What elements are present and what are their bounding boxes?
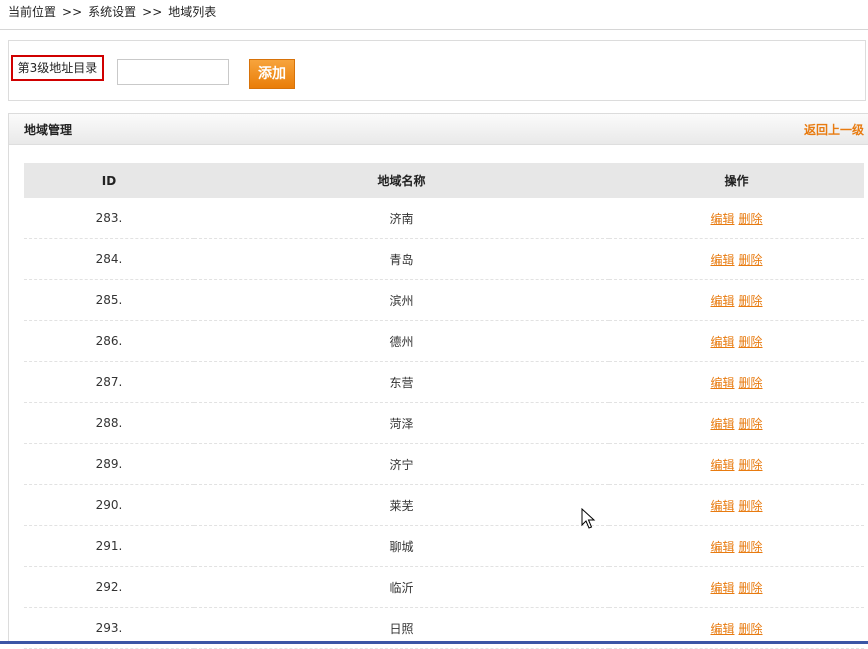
region-id-cell: 288. xyxy=(24,402,194,444)
table-row: 292. 临沂 编辑 删除 xyxy=(24,566,864,608)
breadcrumb-separator: >> xyxy=(62,5,83,19)
breadcrumb: 当前位置 >> 系统设置 >> 地域列表 xyxy=(8,4,222,24)
delete-link[interactable]: 删除 xyxy=(739,458,763,472)
add-region-form: 第3级地址目录 添加 xyxy=(8,40,866,101)
delete-link[interactable]: 删除 xyxy=(739,253,763,267)
edit-link[interactable]: 编辑 xyxy=(710,417,734,431)
table-row: 290. 莱芜 编辑 删除 xyxy=(24,484,864,526)
edit-link[interactable]: 编辑 xyxy=(710,294,734,308)
back-to-parent-link[interactable]: 返回上一级 xyxy=(804,121,864,138)
column-header-region-name: 地域名称 xyxy=(194,163,609,198)
region-table: ID 地域名称 操作 283. 济南 编辑 删除 284. 青岛 编辑 删除 285. 滨州 编辑删… xyxy=(24,163,864,649)
edit-link[interactable]: 编辑 xyxy=(710,335,734,349)
column-header-id: ID xyxy=(24,163,194,198)
actions-cell: 编辑 删除 xyxy=(609,484,864,526)
table-row: 288. 菏泽 编辑 删除 xyxy=(24,402,864,444)
header-divider xyxy=(0,29,868,30)
delete-link[interactable]: 删除 xyxy=(739,581,763,595)
panel-title: 地域管理 xyxy=(24,123,73,137)
region-id-cell: 290. xyxy=(24,484,194,526)
region-name-input[interactable] xyxy=(117,59,229,85)
table-row: 284. 青岛 编辑 删除 xyxy=(24,238,864,280)
region-name-cell: 滨州 xyxy=(194,279,609,321)
region-name-cell: 菏泽 xyxy=(194,402,609,444)
edit-link[interactable]: 编辑 xyxy=(710,212,734,226)
region-name-cell: 德州 xyxy=(194,320,609,362)
table-row: 286. 德州 编辑 删除 xyxy=(24,320,864,362)
breadcrumb-item-system-settings[interactable]: 系统设置 xyxy=(88,5,136,19)
edit-link[interactable]: 编辑 xyxy=(710,253,734,267)
breadcrumb-item-current-location: 当前位置 xyxy=(8,5,57,19)
region-id-cell: 292. xyxy=(24,566,194,608)
region-id-cell: 291. xyxy=(24,525,194,567)
region-id-cell: 287. xyxy=(24,361,194,403)
region-management-panel: 地域管理 返回上一级 ID 地域名称 操作 283. 济南 编辑 删除 284. 青岛 编辑… xyxy=(8,113,868,649)
delete-link[interactable]: 删除 xyxy=(739,540,763,554)
actions-cell: 编辑 删除 xyxy=(609,402,864,444)
column-header-actions: 操作 xyxy=(609,163,864,198)
region-id-cell: 283. xyxy=(24,198,194,239)
edit-link[interactable]: 编辑 xyxy=(710,499,734,513)
region-id-cell: 284. xyxy=(24,238,194,280)
breadcrumb-separator: >> xyxy=(142,5,163,19)
table-row: 285. 滨州 编辑 删除 xyxy=(24,279,864,321)
delete-link[interactable]: 删除 xyxy=(739,294,763,308)
region-name-cell: 青岛 xyxy=(194,238,609,280)
edit-link[interactable]: 编辑 xyxy=(710,622,734,636)
region-name-cell: 莱芜 xyxy=(194,484,609,526)
region-name-cell: 济宁 xyxy=(194,443,609,485)
table-row: 287. 东营 编辑 删除 xyxy=(24,361,864,403)
edit-link[interactable]: 编辑 xyxy=(710,581,734,595)
directory-level-label: 第3级地址目录 xyxy=(11,55,104,81)
region-name-cell: 聊城 xyxy=(194,525,609,567)
delete-link[interactable]: 删除 xyxy=(739,499,763,513)
actions-cell: 编辑 删除 xyxy=(609,320,864,362)
actions-cell: 编辑 删除 xyxy=(609,279,864,321)
add-button[interactable]: 添加 xyxy=(249,59,295,89)
delete-link[interactable]: 删除 xyxy=(739,622,763,636)
breadcrumb-item-region-list[interactable]: 地域列表 xyxy=(168,5,216,19)
actions-cell: 编辑 删除 xyxy=(609,443,864,485)
actions-cell: 编辑 删除 xyxy=(609,525,864,567)
actions-cell: 编辑 删除 xyxy=(609,566,864,608)
table-header-row: ID 地域名称 操作 xyxy=(24,163,864,198)
edit-link[interactable]: 编辑 xyxy=(710,540,734,554)
region-name-cell: 临沂 xyxy=(194,566,609,608)
region-name-cell: 济南 xyxy=(194,198,609,239)
delete-link[interactable]: 删除 xyxy=(739,212,763,226)
region-name-cell: 东营 xyxy=(194,361,609,403)
delete-link[interactable]: 删除 xyxy=(739,376,763,390)
actions-cell: 编辑 删除 xyxy=(609,238,864,280)
region-id-cell: 286. xyxy=(24,320,194,362)
region-id-cell: 285. xyxy=(24,279,194,321)
table-row: 291. 聊城 编辑 删除 xyxy=(24,525,864,567)
actions-cell: 编辑 删除 xyxy=(609,198,864,239)
table-row: 289. 济宁 编辑 删除 xyxy=(24,443,864,485)
actions-cell: 编辑 删除 xyxy=(609,361,864,403)
edit-link[interactable]: 编辑 xyxy=(710,458,734,472)
delete-link[interactable]: 删除 xyxy=(739,335,763,349)
mouse-cursor-icon xyxy=(581,508,596,529)
table-row: 283. 济南 编辑 删除 xyxy=(24,198,864,239)
delete-link[interactable]: 删除 xyxy=(739,417,763,431)
region-id-cell: 289. xyxy=(24,443,194,485)
edit-link[interactable]: 编辑 xyxy=(710,376,734,390)
panel-header: 地域管理 返回上一级 xyxy=(9,114,868,145)
